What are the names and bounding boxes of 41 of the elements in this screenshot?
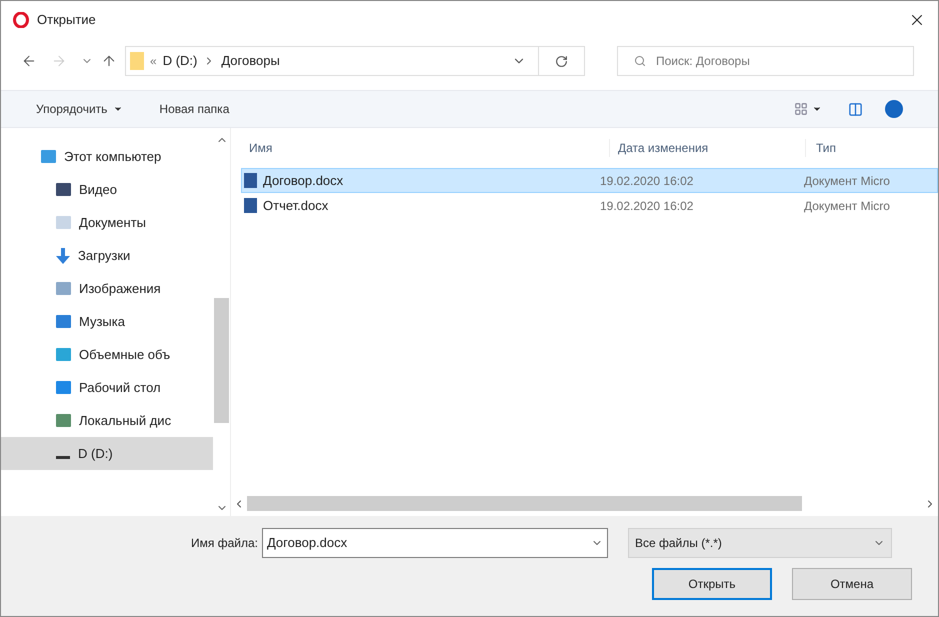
column-header[interactable]: Дата изменения [609, 139, 805, 157]
breadcrumb[interactable]: D (D:) [162, 51, 198, 71]
file-row[interactable]: Отчет.docx 19.02.2020 16:02 Документ Micro [241, 193, 938, 218]
preview-pane-icon[interactable] [848, 102, 863, 116]
column-header[interactable]: Имя [249, 139, 609, 157]
search-icon [634, 55, 646, 67]
new-folder-button[interactable]: Новая папка [159, 100, 230, 118]
back-icon[interactable] [21, 53, 37, 69]
breadcrumb[interactable]: Договоры [221, 51, 280, 71]
open-button[interactable]: Открыть [652, 568, 772, 600]
overflow-icon: « [150, 52, 157, 70]
file-row[interactable]: Договор.docx 19.02.2020 16:02 Документ Micro [241, 168, 938, 193]
organize-button[interactable]: Упорядочить [36, 100, 124, 118]
sidebar-item[interactable]: Этот компьютер [1, 140, 213, 173]
file-type-dropdown[interactable]: Все файлы (*.*) [628, 528, 892, 558]
sidebar-item[interactable]: Объемные объ [1, 338, 213, 371]
refresh-icon[interactable] [555, 54, 568, 68]
download-icon [56, 248, 70, 264]
sidebar-item[interactable]: Рабочий стол [1, 371, 213, 404]
file-name: Отчет.docx [263, 196, 330, 215]
file-type: Документ Micro [804, 172, 890, 190]
sidebar-item[interactable]: Загрузки [1, 239, 213, 272]
sidebar-item[interactable]: Музыка [1, 305, 213, 338]
file-date: 19.02.2020 16:02 [600, 172, 694, 190]
file-date: 19.02.2020 16:02 [600, 198, 694, 214]
cancel-button[interactable]: Отмена [792, 568, 912, 600]
file-type: Документ Micro [804, 198, 890, 214]
up-icon[interactable] [101, 53, 117, 69]
sidebar-item[interactable]: D (D:) [1, 437, 213, 470]
search-field[interactable]: Поиск: Договоры [617, 46, 914, 76]
sidebar-item[interactable]: Документы [1, 206, 213, 239]
window-title: Открытие [37, 11, 96, 30]
file-name: Договор.docx [263, 172, 344, 190]
sidebar-item[interactable]: Изображения [1, 272, 213, 305]
sidebar-item[interactable]: Видео [1, 173, 213, 206]
app-logo-icon [13, 12, 29, 28]
column-header[interactable]: Тип [805, 139, 836, 157]
filename-label: Имя файла: [191, 535, 258, 552]
address-bar[interactable]: « D (D:) Договоры [125, 46, 585, 76]
filename-field[interactable]: Договор.docx [262, 528, 608, 558]
sidebar-item[interactable]: Локальный дис [1, 404, 213, 437]
